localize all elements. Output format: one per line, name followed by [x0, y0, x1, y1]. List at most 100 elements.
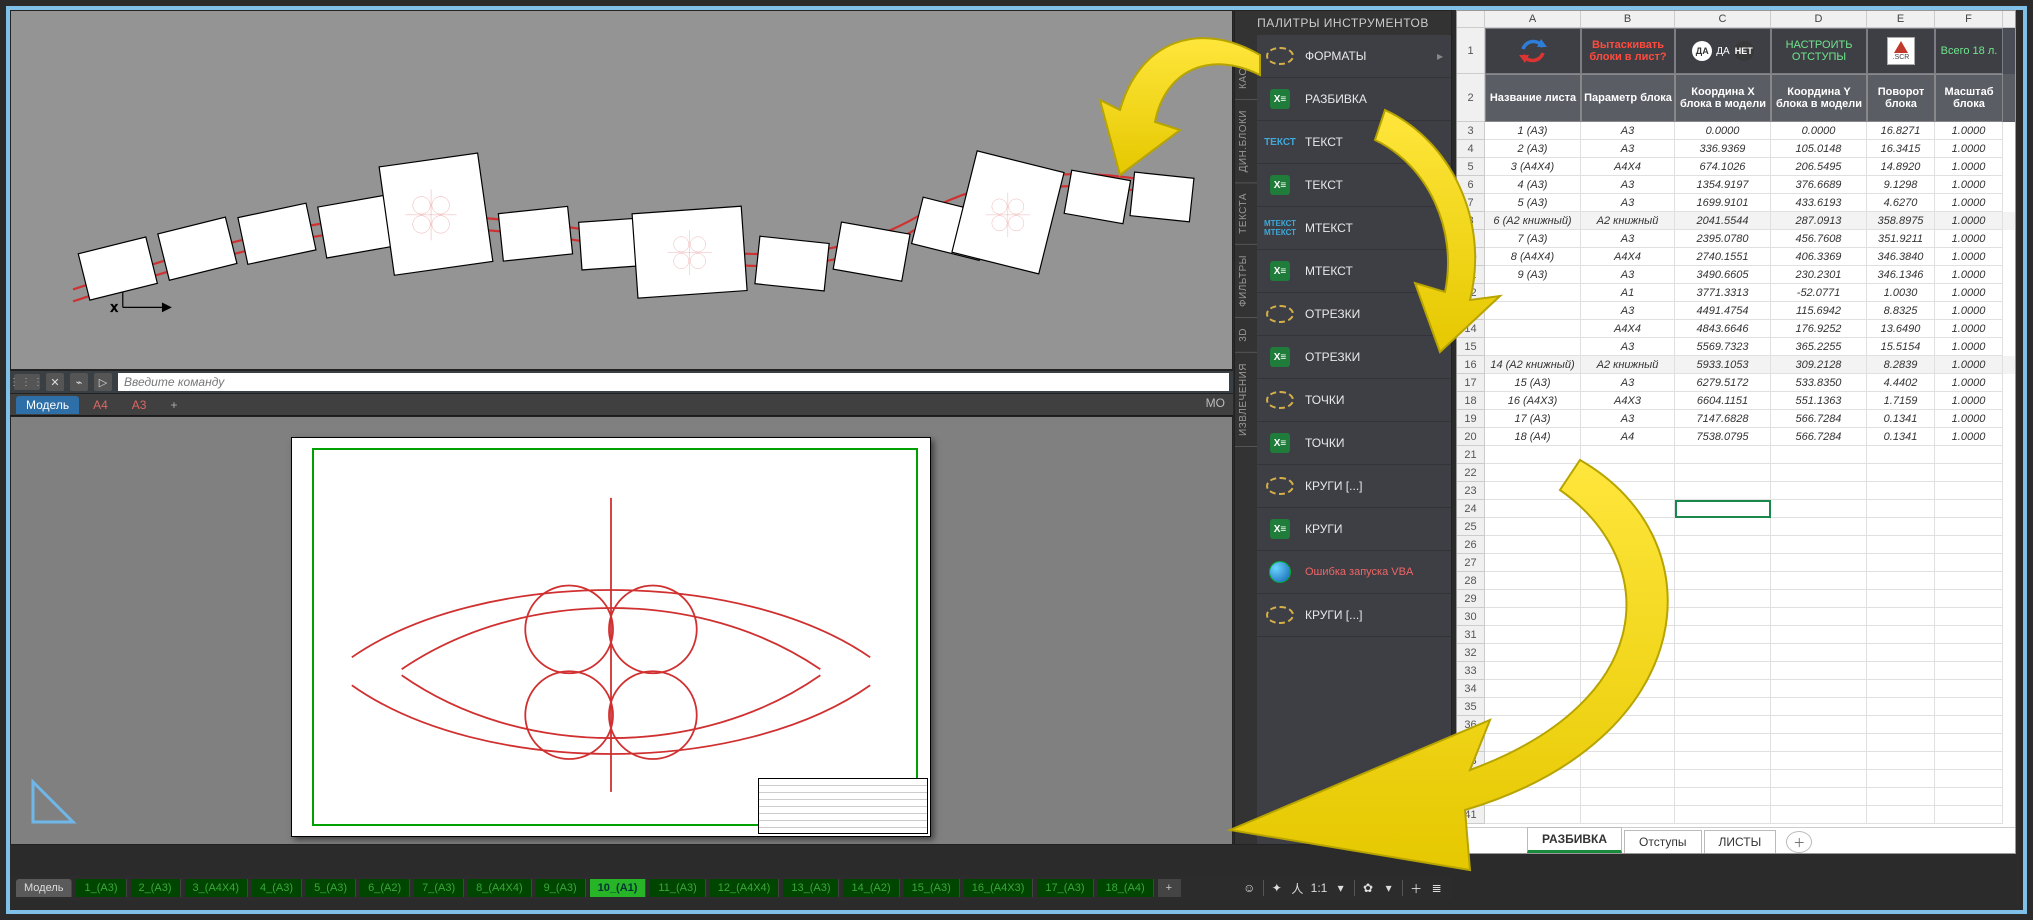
table-cell[interactable]	[1581, 446, 1675, 464]
table-cell[interactable]: 7147.6828	[1675, 410, 1771, 428]
palette-category-tab[interactable]: КАСТОМ	[1235, 35, 1257, 100]
column-headers[interactable]: ABCDEF	[1457, 11, 2015, 28]
axis-icon[interactable]: 人	[1290, 879, 1305, 897]
table-cell[interactable]	[1485, 626, 1581, 644]
palette-item[interactable]: Ошибка запуска VBA	[1257, 551, 1451, 594]
table-cell[interactable]: 2395.0780	[1675, 230, 1771, 248]
table-cell[interactable]	[1771, 626, 1867, 644]
table-cell[interactable]	[1771, 770, 1867, 788]
table-cell[interactable]	[1867, 590, 1935, 608]
table-cell[interactable]: 1 (А3)	[1485, 122, 1581, 140]
table-cell[interactable]	[1485, 716, 1581, 734]
table-row[interactable]: 30	[1457, 608, 2015, 626]
column-header[interactable]: D	[1771, 11, 1867, 27]
scr-export-button[interactable]: .SCR	[1867, 28, 1935, 74]
table-cell[interactable]: 336.9369	[1675, 140, 1771, 158]
table-cell[interactable]	[1581, 752, 1675, 770]
table-cell[interactable]: 3 (А4Х4)	[1485, 158, 1581, 176]
table-cell[interactable]: А2 книжный	[1581, 356, 1675, 374]
table-cell[interactable]: 358.8975	[1867, 212, 1935, 230]
table-cell[interactable]	[1581, 716, 1675, 734]
table-cell[interactable]: А4	[1581, 428, 1675, 446]
palette-item[interactable]: ФОРМАТЫ▸	[1257, 35, 1451, 78]
table-cell[interactable]	[1485, 572, 1581, 590]
table-cell[interactable]: 14.8920	[1867, 158, 1935, 176]
table-cell[interactable]	[1771, 608, 1867, 626]
row-number[interactable]: 32	[1457, 644, 1485, 662]
table-row[interactable]: 86 (А2 книжный)А2 книжный2041.5544287.09…	[1457, 212, 2015, 230]
table-cell[interactable]	[1485, 806, 1581, 824]
layout-tab[interactable]: 8_(А4Х4)	[468, 879, 531, 897]
table-cell[interactable]: 1354.9197	[1675, 176, 1771, 194]
palette-category-tab[interactable]: ДИН.БЛОКИ	[1235, 100, 1257, 183]
table-cell[interactable]: 206.5495	[1771, 158, 1867, 176]
table-cell[interactable]	[1581, 788, 1675, 806]
table-cell[interactable]	[1675, 806, 1771, 824]
table-cell[interactable]	[1935, 770, 2003, 788]
palette-category-tab[interactable]: ТЕКСТА	[1235, 183, 1257, 245]
table-cell[interactable]	[1675, 572, 1771, 590]
cad-paper-viewport[interactable]	[10, 416, 1233, 845]
table-cell[interactable]: 230.2301	[1771, 266, 1867, 284]
table-cell[interactable]	[1675, 770, 1771, 788]
table-cell[interactable]	[1771, 752, 1867, 770]
command-input[interactable]: Введите команду	[118, 373, 1229, 391]
table-cell[interactable]	[1935, 464, 2003, 482]
palette-category-tab[interactable]: ФИЛЬТРЫ	[1235, 245, 1257, 318]
table-cell[interactable]	[1771, 698, 1867, 716]
table-cell[interactable]	[1675, 464, 1771, 482]
table-cell[interactable]: 406.3369	[1771, 248, 1867, 266]
table-row[interactable]: 27	[1457, 554, 2015, 572]
table-cell[interactable]	[1867, 500, 1935, 518]
table-cell[interactable]	[1675, 518, 1771, 536]
table-cell[interactable]	[1935, 518, 2003, 536]
layout-tab[interactable]: 14_(А2)	[843, 879, 899, 897]
table-cell[interactable]	[1675, 716, 1771, 734]
table-row[interactable]: 41	[1457, 806, 2015, 824]
pill-da-icon[interactable]: ДА	[1692, 41, 1712, 61]
table-cell[interactable]	[1485, 734, 1581, 752]
layout-tab[interactable]: 11_(А3)	[650, 879, 705, 897]
row-number[interactable]: 38	[1457, 752, 1485, 770]
table-cell[interactable]: 9.1298	[1867, 176, 1935, 194]
table-cell[interactable]	[1867, 680, 1935, 698]
table-cell[interactable]	[1675, 608, 1771, 626]
table-cell[interactable]: 1.0000	[1935, 392, 2003, 410]
row-number[interactable]: 20	[1457, 428, 1485, 446]
table-cell[interactable]: 176.9252	[1771, 320, 1867, 338]
table-cell[interactable]: 1.0000	[1935, 248, 2003, 266]
table-cell[interactable]	[1581, 806, 1675, 824]
table-row[interactable]: 2018 (А4)А47538.0795566.72840.13411.0000	[1457, 428, 2015, 446]
table-cell[interactable]: А3	[1581, 302, 1675, 320]
table-cell[interactable]: 1.0000	[1935, 374, 2003, 392]
command-line[interactable]: ⋮⋮⋮ ✕ ⌁ ▷ Введите команду	[10, 370, 1233, 394]
row-number[interactable]: 16	[1457, 356, 1485, 374]
table-cell[interactable]	[1485, 788, 1581, 806]
table-cell[interactable]: 1.0000	[1935, 428, 2003, 446]
row-number[interactable]: 39	[1457, 770, 1485, 788]
table-cell[interactable]	[1867, 554, 1935, 572]
layout-tab[interactable]: 18_(А4)	[1098, 879, 1154, 897]
table-cell[interactable]: 6604.1151	[1675, 392, 1771, 410]
table-cell[interactable]	[1581, 572, 1675, 590]
cmdline-close-icon[interactable]: ✕	[46, 373, 64, 391]
cmdline-wrench-icon[interactable]: ⌁	[70, 373, 88, 391]
table-cell[interactable]: 8.2839	[1867, 356, 1935, 374]
table-cell[interactable]: 1.0000	[1935, 176, 2003, 194]
plus-icon[interactable]: ＋	[1409, 879, 1424, 897]
table-cell[interactable]: 551.1363	[1771, 392, 1867, 410]
table-cell[interactable]	[1581, 464, 1675, 482]
table-cell[interactable]: 1.0000	[1935, 140, 2003, 158]
table-cell[interactable]: А3	[1581, 140, 1675, 158]
table-cell[interactable]: 0.0000	[1771, 122, 1867, 140]
layout-tab[interactable]: 13_(А3)	[783, 879, 839, 897]
table-cell[interactable]: 1.7159	[1867, 392, 1935, 410]
row-number[interactable]: 34	[1457, 680, 1485, 698]
table-cell[interactable]: 3771.3313	[1675, 284, 1771, 302]
palette-item[interactable]: ТЕКСТТЕКСТ	[1257, 121, 1451, 164]
table-cell[interactable]: А3	[1581, 338, 1675, 356]
table-cell[interactable]	[1675, 446, 1771, 464]
table-cell[interactable]	[1485, 500, 1581, 518]
table-cell[interactable]	[1935, 482, 2003, 500]
layout-tab[interactable]: 6_(А2)	[360, 879, 410, 897]
